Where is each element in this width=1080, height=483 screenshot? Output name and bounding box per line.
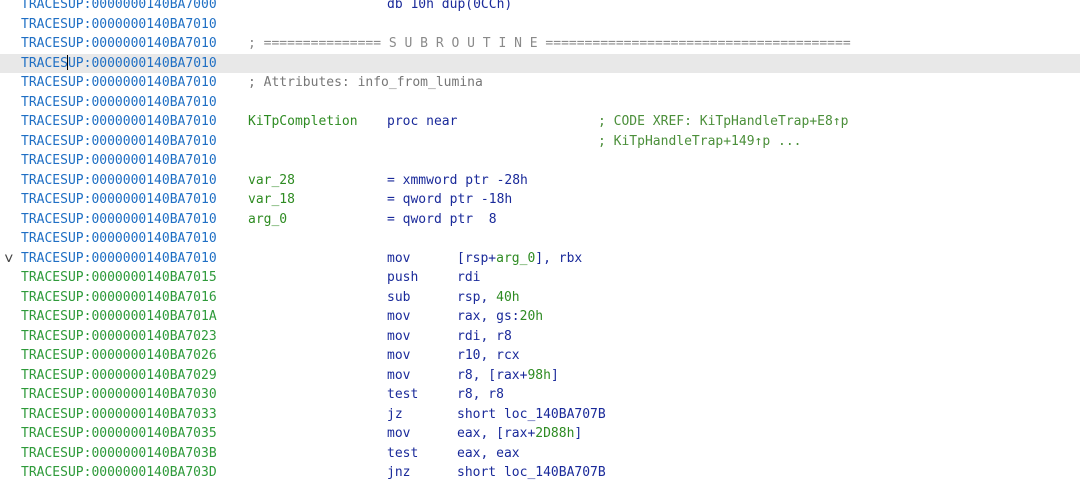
address[interactable]: TRACESUP:0000000140BA7023	[21, 327, 217, 347]
listing-row[interactable]: TRACESUP:0000000140BA7000 db 10h dup(0CCh…	[0, 0, 1080, 15]
address[interactable]: TRACESUP:0000000140BA7016	[21, 288, 217, 308]
listing-row[interactable]: TRACESUP:0000000140BA7010 arg_0 = qword pt…	[0, 210, 1080, 230]
operand-literal: 2D88h	[535, 426, 575, 441]
listing-row[interactable]: TRACESUP:0000000140BA7010	[0, 93, 1080, 113]
xref-comment[interactable]: ; CODE XREF: KiTpHandleTrap+E8↑p	[598, 112, 848, 132]
address[interactable]: TRACESUP:0000000140BA7010	[21, 151, 217, 171]
address[interactable]: TRACESUP:0000000140BA7029	[21, 366, 217, 386]
listing-row[interactable]: ˅ TRACESUP:0000000140BA7010 mov [rsp+arg_0]…	[0, 249, 1080, 269]
operands[interactable]: r8, r8	[457, 385, 504, 405]
listing-row[interactable]: TRACESUP:0000000140BA7010 ; KiTpHandleTra…	[0, 132, 1080, 152]
mnemonic[interactable]: mov	[387, 327, 410, 347]
listing-row[interactable]: TRACESUP:0000000140BA7010 var_28 = xmmword…	[0, 171, 1080, 191]
listing-row[interactable]: TRACESUP:0000000140BA7029 mov r8, [rax+98h…	[0, 366, 1080, 386]
address[interactable]: TRACESUP:0000000140BA7035	[21, 424, 217, 444]
listing-row[interactable]: TRACESUP:0000000140BA7010	[0, 15, 1080, 35]
address[interactable]: TRACESUP:0000000140BA7030	[21, 385, 217, 405]
operand-literal: 98h	[527, 367, 551, 383]
proc-declaration: proc near	[387, 114, 458, 129]
operands[interactable]: rax, gs:20h	[457, 307, 543, 327]
mnemonic[interactable]: jz	[387, 405, 403, 425]
subroutine-separator: ; =============== S U B R O U T I N E ==…	[248, 36, 851, 51]
address[interactable]: TRACESUP:0000000140BA7010	[21, 112, 217, 132]
listing-row[interactable]: TRACESUP:0000000140BA7033 jz short loc_140…	[0, 405, 1080, 425]
comment: ; Attributes: info_from_lumina	[248, 75, 483, 90]
mnemonic[interactable]: jnz	[387, 463, 410, 483]
listing-row[interactable]: TRACESUP:0000000140BA7015 push rdi	[0, 268, 1080, 288]
mnemonic[interactable]: test	[387, 444, 418, 464]
operands[interactable]: short loc_140BA707B	[457, 463, 606, 483]
label[interactable]: arg_0	[248, 210, 287, 230]
mnemonic[interactable]: test	[387, 385, 418, 405]
address[interactable]: TRACESUP:0000000140BA7010	[21, 93, 217, 113]
listing-row[interactable]: TRACESUP:0000000140BA7016 sub rsp, 40h	[0, 288, 1080, 308]
mnemonic[interactable]: = xmmword ptr -28h	[387, 171, 528, 191]
text-caret	[66, 54, 68, 70]
listing-row[interactable]: TRACESUP:0000000140BA703B test eax, eax	[0, 444, 1080, 464]
mnemonic[interactable]: = qword ptr -18h	[387, 190, 512, 210]
address[interactable]: TRACESUP:0000000140BA7026	[21, 346, 217, 366]
listing-row[interactable]: TRACESUP:0000000140BA7030 test r8, r8	[0, 385, 1080, 405]
address[interactable]: TRACESUP:0000000140BA7010	[21, 15, 217, 35]
listing-row[interactable]: TRACESUP:0000000140BA7010 ; =============…	[0, 34, 1080, 54]
listing-row[interactable]: TRACESUP:0000000140BA7035 mov eax, [rax+2D…	[0, 424, 1080, 444]
operands[interactable]: eax, [rax+2D88h]	[457, 424, 582, 444]
address[interactable]: TRACESUP:0000000140BA703D	[21, 463, 217, 483]
mnemonic[interactable]: push	[387, 268, 418, 288]
listing-row[interactable]: TRACESUP:0000000140BA7026 mov r10, rcx	[0, 346, 1080, 366]
listing-row[interactable]: TRACESUP:0000000140BA701A mov rax, gs:20h	[0, 307, 1080, 327]
instruction[interactable]: db 10h dup(0CCh)	[387, 0, 512, 15]
address[interactable]: TRACESUP:0000000140BA7010	[21, 229, 217, 249]
xref-comment[interactable]: ; KiTpHandleTrap+149↑p ...	[598, 132, 802, 152]
listing-row[interactable]: TRACESUP:0000000140BA703D jnz short loc_14…	[0, 463, 1080, 483]
listing-row[interactable]: TRACESUP:0000000140BA7010 var_18 = qword p…	[0, 190, 1080, 210]
address[interactable]: TRACESUP:0000000140BA703B	[21, 444, 217, 464]
address[interactable]: TRACESUP:0000000140BA701A	[21, 307, 217, 327]
chevron-down-icon[interactable]: ˅	[4, 249, 18, 269]
listing-row[interactable]: TRACESUP:0000000140BA7010 KiTpCompletion p…	[0, 112, 1080, 132]
operands[interactable]: rdi, r8	[457, 327, 512, 347]
address[interactable]: TRACESUP:0000000140BA7033	[21, 405, 217, 425]
listing-row[interactable]: TRACESUP:0000000140BA7010	[0, 151, 1080, 171]
address[interactable]: TRACESUP:0000000140BA7015	[21, 268, 217, 288]
disassembly-listing[interactable]: TRACESUP:0000000140BA7000 db 10h dup(0CCh…	[0, 0, 1080, 483]
address[interactable]: TRACESUP:0000000140BA7010	[21, 73, 217, 93]
address[interactable]: TRACESUP:0000000140BA7010	[21, 171, 217, 191]
mnemonic[interactable]: mov	[387, 366, 410, 386]
mnemonic[interactable]: sub	[387, 288, 410, 308]
operands[interactable]: [rsp+arg_0], rbx	[457, 249, 582, 269]
listing-row[interactable]: TRACESUP:0000000140BA7010	[0, 53, 1080, 74]
mnemonic[interactable]: mov	[387, 249, 410, 269]
operands[interactable]: r8, [rax+98h]	[457, 366, 559, 386]
address[interactable]: TRACESUP:0000000140BA7010	[21, 210, 217, 230]
address[interactable]: TRACESUP:0000000140BA7010	[21, 249, 217, 269]
operands[interactable]: r10, rcx	[457, 346, 520, 366]
address[interactable]: TRACESUP:0000000140BA7000	[21, 0, 217, 15]
listing-row[interactable]: TRACESUP:0000000140BA7010 ; Attributes: i…	[0, 73, 1080, 93]
operand-literal: 20h	[519, 309, 544, 324]
mnemonic[interactable]: mov	[387, 424, 410, 444]
listing-row[interactable]: TRACESUP:0000000140BA7023 mov rdi, r8	[0, 327, 1080, 347]
operands[interactable]: eax, eax	[457, 444, 520, 464]
label[interactable]: var_28	[248, 171, 295, 191]
operands[interactable]: rsp, 40h	[457, 288, 520, 308]
address[interactable]: TRACESUP:0000000140BA7010	[21, 34, 217, 54]
operands[interactable]: rdi	[457, 268, 480, 288]
operands[interactable]: short loc_140BA707B	[457, 405, 606, 425]
mnemonic[interactable]: = qword ptr 8	[387, 210, 497, 230]
mnemonic[interactable]: mov	[387, 346, 410, 366]
address[interactable]: TRACESUP:0000000140BA7010	[21, 190, 217, 210]
address[interactable]: TRACESUP:0000000140BA7010	[21, 132, 217, 152]
mnemonic[interactable]: mov	[387, 307, 410, 327]
listing-row[interactable]: TRACESUP:0000000140BA7010	[0, 229, 1080, 249]
label[interactable]: KiTpCompletion	[248, 112, 358, 132]
operand-literal: 40h	[496, 289, 520, 305]
address[interactable]: TRACESUP:0000000140BA7010	[21, 54, 217, 74]
operand-literal: arg_0	[496, 250, 536, 266]
label[interactable]: var_18	[248, 190, 295, 210]
